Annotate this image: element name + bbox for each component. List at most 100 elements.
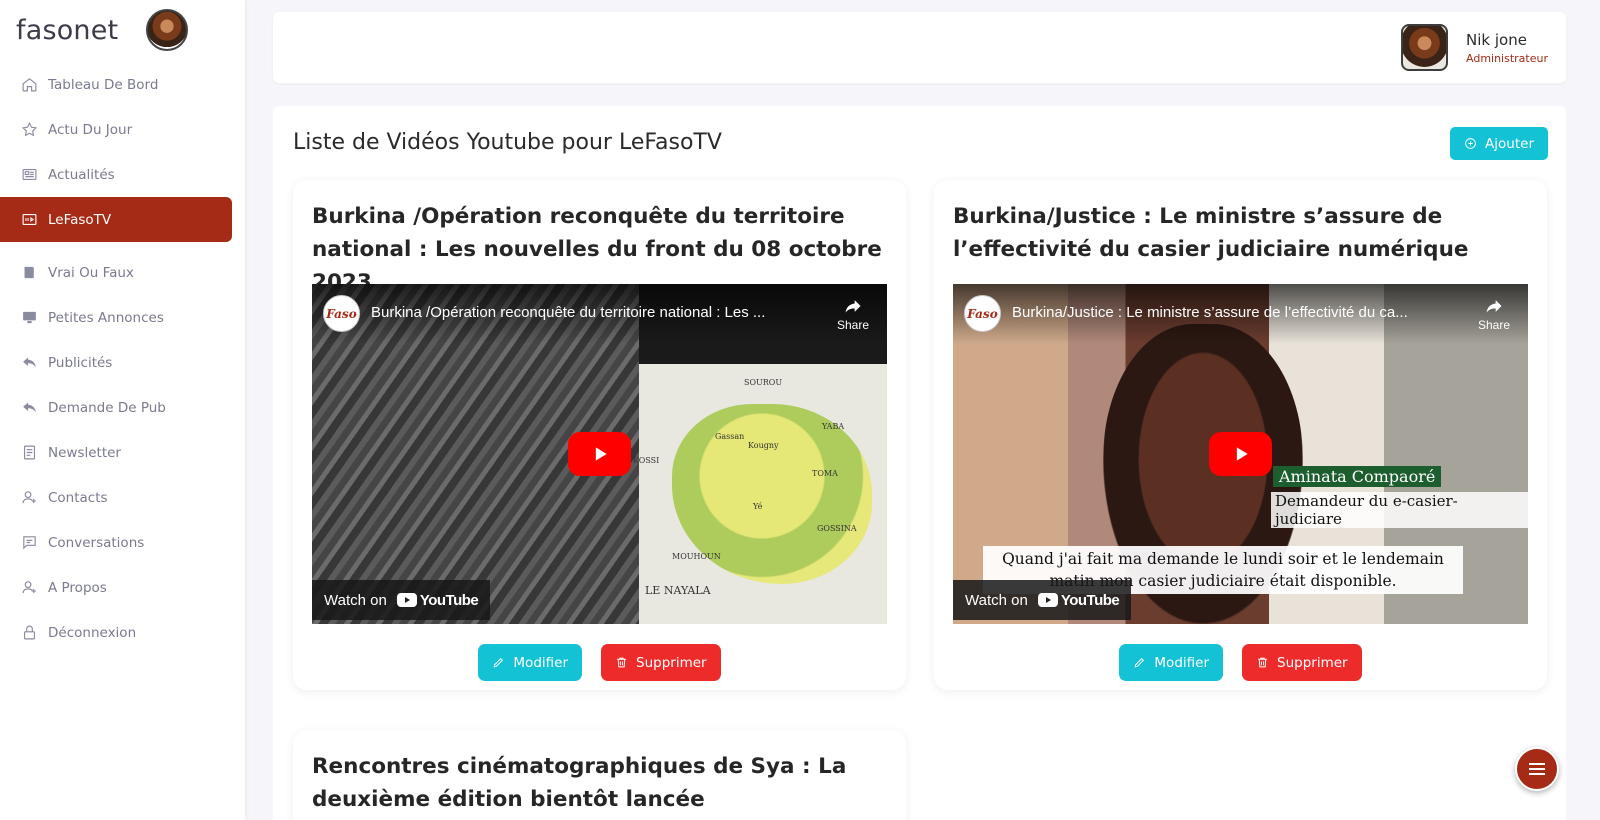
sidebar-item-label: Conversations bbox=[48, 534, 145, 551]
page-title: Liste de Vidéos Youtube pour LeFasoTV bbox=[293, 130, 722, 155]
document-icon bbox=[20, 444, 38, 462]
reply-icon bbox=[20, 354, 38, 372]
share-label: Share bbox=[1477, 318, 1511, 332]
user-menu[interactable]: Nik jone Administrateur bbox=[1401, 24, 1548, 71]
edit-button-label: Modifier bbox=[1154, 654, 1209, 671]
watch-on-youtube-button[interactable]: Watch on YouTube bbox=[312, 580, 491, 620]
edit-button-label: Modifier bbox=[513, 654, 568, 671]
sidebar-item-a-propos[interactable]: A Propos bbox=[0, 565, 245, 610]
youtube-player[interactable]: Aminata Compaoré Demandeur du e-casier-j… bbox=[953, 284, 1528, 624]
user-plus-icon bbox=[20, 579, 38, 597]
share-button[interactable]: Share bbox=[833, 296, 873, 332]
sidebar-item-label: Actu Du Jour bbox=[48, 121, 133, 138]
sidebar-item-contacts[interactable]: Contacts bbox=[0, 475, 245, 520]
share-icon bbox=[1486, 300, 1502, 313]
watch-on-label: Watch on bbox=[965, 591, 1028, 609]
book-icon bbox=[20, 264, 38, 282]
video-title: Burkina/Justice : Le ministre s’assure d… bbox=[953, 204, 1469, 262]
map-label: GOSSINA bbox=[817, 524, 857, 533]
sidebar-item-newsletter[interactable]: Newsletter bbox=[0, 430, 245, 475]
watch-on-label: Watch on bbox=[324, 591, 387, 609]
video-card: Rencontres cinématographiques de Sya : L… bbox=[293, 730, 906, 820]
brand-name: fasonet bbox=[16, 14, 119, 46]
youtube-player[interactable]: SOUROU KOSSI Gassan Kougny TOMA Yé GOSSI… bbox=[312, 284, 887, 624]
channel-logo[interactable]: Faso bbox=[964, 295, 1001, 332]
user-plus-icon bbox=[20, 489, 38, 507]
sidebar-item-label: LeFasoTV bbox=[48, 211, 112, 228]
monitor-icon bbox=[20, 309, 38, 327]
youtube-logo: YouTube bbox=[1037, 591, 1120, 609]
avatar[interactable] bbox=[1401, 24, 1448, 71]
sidebar-item-deconnexion[interactable]: Déconnexion bbox=[0, 610, 245, 655]
sidebar-item-label: Newsletter bbox=[48, 444, 121, 461]
sidebar-item-actu-du-jour[interactable]: Actu Du Jour bbox=[0, 107, 245, 152]
video-actions: Modifier Supprimer bbox=[293, 644, 906, 681]
user-name: Nik jone bbox=[1466, 30, 1527, 49]
brand[interactable]: fasonet bbox=[0, 0, 245, 60]
play-icon bbox=[1236, 447, 1248, 461]
floating-menu-button[interactable] bbox=[1515, 747, 1559, 791]
edit-button[interactable]: Modifier bbox=[478, 644, 582, 681]
pencil-icon bbox=[1134, 658, 1145, 668]
share-button[interactable]: Share bbox=[1474, 296, 1514, 332]
video-card: Burkina/Justice : Le ministre s’assure d… bbox=[934, 180, 1547, 690]
map-label: KOSSI bbox=[633, 456, 660, 465]
youtube-wordmark: YouTube bbox=[1060, 591, 1120, 609]
chat-icon bbox=[20, 534, 38, 552]
trash-icon bbox=[617, 657, 626, 668]
user-role: Administrateur bbox=[1466, 51, 1548, 65]
edit-button[interactable]: Modifier bbox=[1119, 644, 1223, 681]
sidebar-item-conversations[interactable]: Conversations bbox=[0, 520, 245, 565]
top-header: Nik jone Administrateur bbox=[273, 12, 1566, 83]
sidebar-item-publicites[interactable]: Publicités bbox=[0, 340, 245, 385]
trash-icon bbox=[1258, 657, 1267, 668]
sidebar-item-vrai-ou-faux[interactable]: Vrai Ou Faux bbox=[0, 250, 245, 295]
map-label: SOUROU bbox=[744, 378, 783, 387]
reply-icon bbox=[20, 399, 38, 417]
sidebar-item-lefasotv[interactable]: LeFasoTV bbox=[0, 197, 232, 242]
youtube-logo: YouTube bbox=[396, 592, 479, 609]
caption-role: Demandeur du e-casier-judiciare bbox=[1271, 492, 1528, 528]
brand-logo bbox=[146, 9, 189, 51]
delete-button-label: Supprimer bbox=[636, 654, 707, 671]
sidebar-item-label: Tableau De Bord bbox=[48, 76, 159, 93]
play-icon bbox=[595, 447, 607, 461]
channel-logo[interactable]: Faso bbox=[323, 295, 360, 332]
video-card: Burkina /Opération reconquête du territo… bbox=[293, 180, 906, 690]
player-video-title[interactable]: Burkina/Justice : Le ministre s’assure d… bbox=[1012, 304, 1452, 321]
hamburger-icon bbox=[1529, 763, 1545, 775]
play-button[interactable] bbox=[1209, 432, 1272, 476]
delete-button[interactable]: Supprimer bbox=[1242, 644, 1362, 681]
main-content: Liste de Vidéos Youtube pour LeFasoTV Aj… bbox=[273, 106, 1566, 820]
sidebar: fasonet Tableau De Bord Actu Du Jour Act… bbox=[0, 0, 245, 820]
home-icon bbox=[20, 76, 38, 94]
sidebar-item-petites-annonces[interactable]: Petites Annonces bbox=[0, 295, 245, 340]
sidebar-item-label: Vrai Ou Faux bbox=[48, 264, 134, 281]
sidebar-item-actualites[interactable]: Actualités bbox=[0, 152, 245, 197]
pencil-icon bbox=[493, 658, 504, 668]
player-video-title[interactable]: Burkina /Opération reconquête du territo… bbox=[371, 304, 811, 321]
share-label: Share bbox=[836, 318, 870, 332]
play-button[interactable] bbox=[568, 432, 631, 476]
plus-circle-icon bbox=[1465, 138, 1476, 149]
sidebar-item-tableau-de-bord[interactable]: Tableau De Bord bbox=[0, 62, 245, 107]
add-button-label: Ajouter bbox=[1485, 135, 1534, 152]
newspaper-icon bbox=[20, 166, 38, 184]
sidebar-item-demande-de-pub[interactable]: Demande De Pub bbox=[0, 385, 245, 430]
map-label: MOUHOUN bbox=[672, 552, 721, 561]
map-label: YABA bbox=[822, 422, 845, 431]
map-label: Yé bbox=[753, 502, 763, 511]
sidebar-nav: Tableau De Bord Actu Du Jour Actualités … bbox=[0, 62, 245, 655]
youtube-play-icon bbox=[396, 593, 417, 607]
delete-button-label: Supprimer bbox=[1277, 654, 1348, 671]
delete-button[interactable]: Supprimer bbox=[601, 644, 721, 681]
add-button[interactable]: Ajouter bbox=[1450, 127, 1548, 160]
star-icon bbox=[20, 121, 38, 139]
watch-on-youtube-button[interactable]: Watch on YouTube bbox=[953, 580, 1132, 620]
map-label: Kougny bbox=[748, 441, 779, 450]
map-label: LE NAYALA bbox=[645, 584, 711, 597]
youtube-play-icon bbox=[1037, 593, 1058, 607]
share-icon bbox=[845, 300, 861, 313]
sidebar-item-label: Actualités bbox=[48, 166, 115, 183]
video-icon bbox=[20, 211, 38, 229]
